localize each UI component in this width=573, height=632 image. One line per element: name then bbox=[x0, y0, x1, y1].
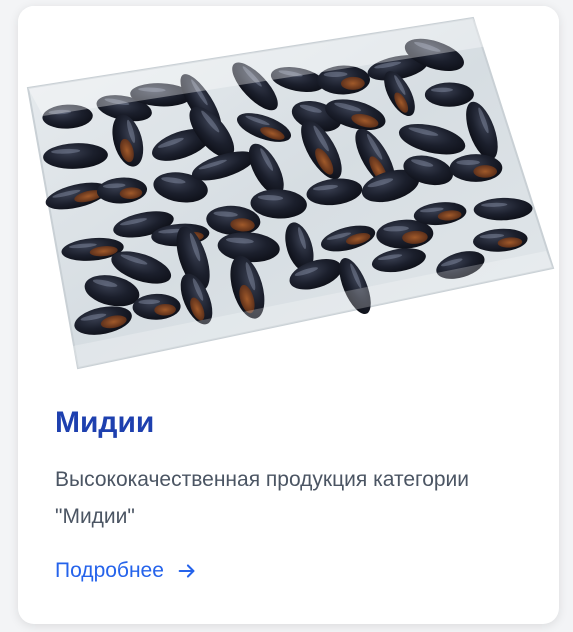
details-link[interactable]: Подробнее bbox=[55, 559, 198, 583]
product-card: Мидии Высококачественная продукция катег… bbox=[18, 6, 559, 624]
product-title: Мидии bbox=[55, 406, 155, 439]
arrow-right-icon bbox=[176, 560, 198, 582]
product-description: Высококачественная продукция категории "… bbox=[55, 468, 470, 528]
details-link-label: Подробнее bbox=[55, 559, 164, 582]
product-image bbox=[18, 6, 559, 386]
mussel-shell bbox=[449, 154, 503, 182]
mussels-pack-illustration bbox=[26, 16, 555, 370]
